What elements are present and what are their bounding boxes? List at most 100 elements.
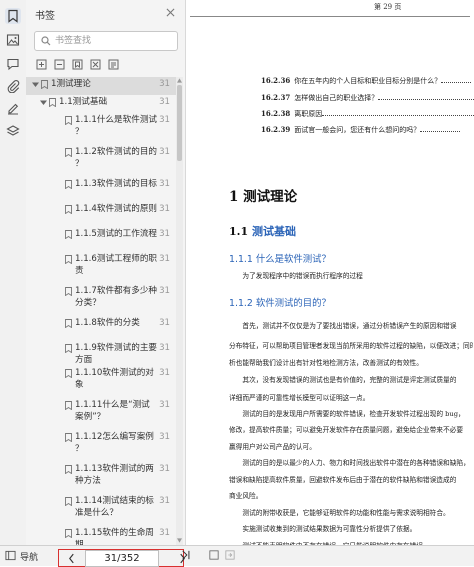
panel-scrollbar[interactable]: [176, 77, 183, 545]
paragraph-line: 首先，测试并不仅仅是为了要找出错误，通过分析错误产生的原因和错误: [242, 322, 457, 330]
left-tool-rail: [0, 0, 27, 545]
bookmark-label: 1.1.8软件的分类: [75, 318, 140, 328]
paragraph-line: 测试的附带收获是，它能够证明软件的功能和性能与需求说明相符合。: [242, 509, 450, 517]
bookmark-page-number: 31: [159, 286, 170, 296]
page-navigator: 31/352: [58, 549, 185, 567]
bookmark-item[interactable]: 1.1.7软件都有多少种 分类？ 31: [26, 284, 176, 316]
bookmark-item[interactable]: 1.1.8软件的分类 31: [26, 316, 176, 341]
bookmark-item-icon: [65, 180, 72, 189]
heading-3: 1.1.2 软件测试的目的？: [229, 298, 331, 309]
bookmark-toolbar: [34, 57, 120, 71]
search-input[interactable]: [55, 33, 170, 48]
bookmark-page-number: 31: [159, 496, 170, 506]
paragraph-line: 测试的目的是以最少的人力、物力和时间找出软件中潜在的各种错误和缺陷，: [242, 459, 470, 467]
bookmark-item[interactable]: 1.1.13软件测试的两 种方法 31: [26, 462, 176, 494]
bookmark-item[interactable]: 1.1测试基础 31: [26, 95, 176, 113]
paragraph-line: 分布特征，可以帮助项目管理者发现当前所采用的软件过程的缺陷，以便改进；同时: [229, 342, 473, 350]
bookmark-page-number: 31: [159, 432, 170, 442]
bookmark-item-icon: [65, 148, 72, 157]
bookmark-item-icon: [65, 255, 72, 264]
bookmark-page-number: 31: [159, 179, 170, 189]
bookmark-label: 1.1测试基础: [59, 97, 108, 107]
bookmark-item-icon: [49, 98, 56, 107]
paragraph-line: 测试的目的是发现用户所需要的软件错误，检查开发软件过程出现的 bug，: [242, 410, 465, 418]
fit-page-icon[interactable]: [208, 549, 220, 561]
bookmark-item[interactable]: 1.1.1什么是软件测试 ？ 31: [26, 113, 176, 145]
bookmark-page-number: 31: [159, 343, 170, 353]
expand-all-icon[interactable]: [34, 57, 48, 71]
bookmark-icon[interactable]: [5, 8, 21, 24]
attachment-icon[interactable]: [5, 78, 21, 94]
bookmark-item-icon: [65, 465, 72, 474]
bookmark-item[interactable]: 1.1.4软件测试的原则 31: [26, 202, 176, 227]
bookmark-item[interactable]: 1.1.11什么是“测试 案例”？ 31: [26, 398, 176, 430]
bookmark-item-icon: [65, 205, 72, 214]
bookmark-label: 1.1.12怎么编写案例 ？: [75, 432, 154, 454]
toc-line[interactable]: 16.2.39 面试官一般会问，您还有什么想问的吗？: [261, 125, 461, 135]
single-page-icon[interactable]: [224, 549, 236, 561]
bookmark-page-number: 31: [159, 400, 170, 410]
status-bar: 导航 31/352: [0, 545, 474, 567]
paragraph-line: 其次，没有发现错误的测试也是有价值的，完整的测试是评定测试质量的: [242, 376, 457, 384]
document-page: 第 29 页 16.2.36 你在五年内的个人目标和职业目标分别是什么？ 16.2…: [186, 0, 474, 545]
bookmark-page-number: 31: [159, 115, 170, 125]
close-icon[interactable]: [163, 5, 177, 19]
image-icon[interactable]: [5, 32, 21, 48]
bookmark-item-icon: [65, 401, 72, 410]
bookmark-item-icon: [41, 80, 48, 89]
bookmark-label: 1.1.13软件测试的两 种方法: [75, 464, 154, 486]
bookmark-item-icon: [65, 433, 72, 442]
bookmark-label: 1.1.4软件测试的原则: [75, 204, 158, 214]
bookmark-item[interactable]: 1.1.2软件测试的目的 ？ 31: [26, 145, 176, 177]
bookmark-label: 1.1.11什么是“测试 案例”？: [75, 400, 150, 422]
scroll-thumb[interactable]: [177, 85, 182, 161]
bookmark-page-number: 31: [159, 229, 170, 239]
bookmark-item[interactable]: 1.1.9软件测试的主要方面 31: [26, 341, 176, 366]
bookmark-item[interactable]: 1.1.12怎么编写案例 ？ 31: [26, 430, 176, 462]
layers-icon[interactable]: [5, 123, 21, 139]
heading-2: 1.1 测试基础: [229, 225, 296, 238]
navigation-icon[interactable]: [4, 549, 16, 561]
bookmark-label: 1.1.10软件测试的对 象: [75, 368, 154, 390]
bookmark-label: 1.1.3软件测试的目标: [75, 179, 158, 189]
bookmark-item[interactable]: 1测试理论 31: [26, 77, 176, 95]
bookmark-page-number: 31: [159, 318, 170, 328]
bookmark-page-number: 31: [159, 97, 170, 107]
bookmark-page-number: 31: [159, 204, 170, 214]
signature-icon[interactable]: [5, 100, 21, 116]
toc-line[interactable]: 16.2.36 你在五年内的个人目标和职业目标分别是什么？: [261, 76, 472, 86]
bookmark-item[interactable]: 1.1.15软件的生命周 期 31: [26, 526, 176, 545]
bookmark-item-icon: [65, 319, 72, 328]
paragraph-line: 修改，提高软件质量；可以避免开发软件存在质量问题，避免给企业带来不必要: [229, 426, 464, 434]
heading-1: 1 测试理论: [229, 189, 298, 205]
bookmark-item[interactable]: 1.1.14测试结束的标 准是什么？ 31: [26, 494, 176, 526]
page-number-input[interactable]: 31/352: [85, 550, 159, 567]
bookmark-label: 1.1.9软件测试的主要方面: [75, 343, 158, 365]
header-rule: [190, 16, 470, 17]
bookmark-item[interactable]: 1.1.5测试的工作流程 31: [26, 227, 176, 252]
bookmark-item[interactable]: 1.1.3软件测试的目标 31: [26, 177, 176, 202]
bookmark-item[interactable]: 1.1.6测试工程师的职 责 31: [26, 252, 176, 284]
prev-page-icon[interactable]: [66, 552, 76, 564]
bookmark-options-icon[interactable]: [106, 57, 120, 71]
bookmark-item[interactable]: 1.1.10软件测试的对 象 31: [26, 366, 176, 398]
last-page-icon[interactable]: [180, 549, 192, 561]
delete-bookmark-icon[interactable]: [88, 57, 102, 71]
comment-icon[interactable]: [5, 56, 21, 72]
expand-arrow-icon[interactable]: [40, 99, 47, 106]
bookmark-label: 1.1.7软件都有多少种 分类？: [75, 286, 158, 308]
add-bookmark-icon[interactable]: [70, 57, 84, 71]
toc-line[interactable]: 16.2.38 离职原因: [261, 109, 474, 119]
bookmark-page-number: 31: [159, 368, 170, 378]
nav-label[interactable]: 导航: [20, 550, 38, 563]
toc-line[interactable]: 16.2.37 怎样做出自己的职业选择？: [261, 93, 474, 103]
bookmark-item-icon: [65, 497, 72, 506]
collapse-all-icon[interactable]: [52, 57, 66, 71]
bookmark-item-icon: [65, 344, 72, 353]
expand-arrow-icon[interactable]: [32, 81, 39, 88]
paragraph-line: 实施测试收集到的测试结果数据为可靠性分析提供了依据。: [242, 525, 417, 533]
bookmark-label: 1.1.5测试的工作流程: [75, 229, 158, 239]
paragraph-line: 详细而严谨的可靠性增长模型可以证明这一点。: [229, 394, 370, 402]
bookmark-panel: 书签 1测试理论311.1测试基础311.1.1什么是软件测试 ？311.1.2…: [26, 0, 186, 545]
bookmark-page-number: 31: [159, 79, 170, 89]
